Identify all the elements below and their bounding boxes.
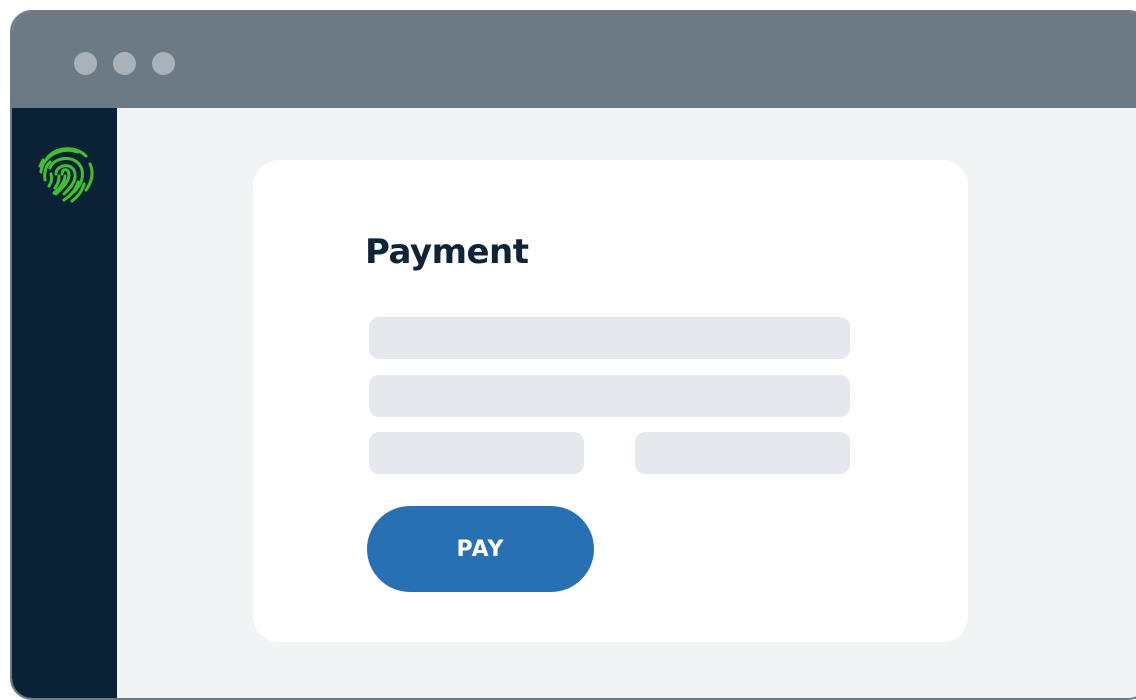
page-title: Payment: [365, 232, 529, 272]
main-content: Payment PAY: [117, 108, 1136, 698]
fingerprint-icon: [38, 147, 94, 203]
card-number-field[interactable]: [369, 317, 850, 359]
browser-window: Payment PAY: [10, 10, 1136, 700]
window-maximize-dot[interactable]: [152, 52, 175, 75]
sidebar: [12, 108, 117, 698]
pay-button[interactable]: PAY: [367, 506, 594, 592]
payment-card: Payment PAY: [253, 160, 968, 642]
window-close-dot[interactable]: [74, 52, 97, 75]
cardholder-name-field[interactable]: [369, 375, 850, 417]
expiry-date-field[interactable]: [369, 432, 584, 474]
window-titlebar: [12, 12, 1136, 108]
window-minimize-dot[interactable]: [113, 52, 136, 75]
cvc-field[interactable]: [635, 432, 850, 474]
